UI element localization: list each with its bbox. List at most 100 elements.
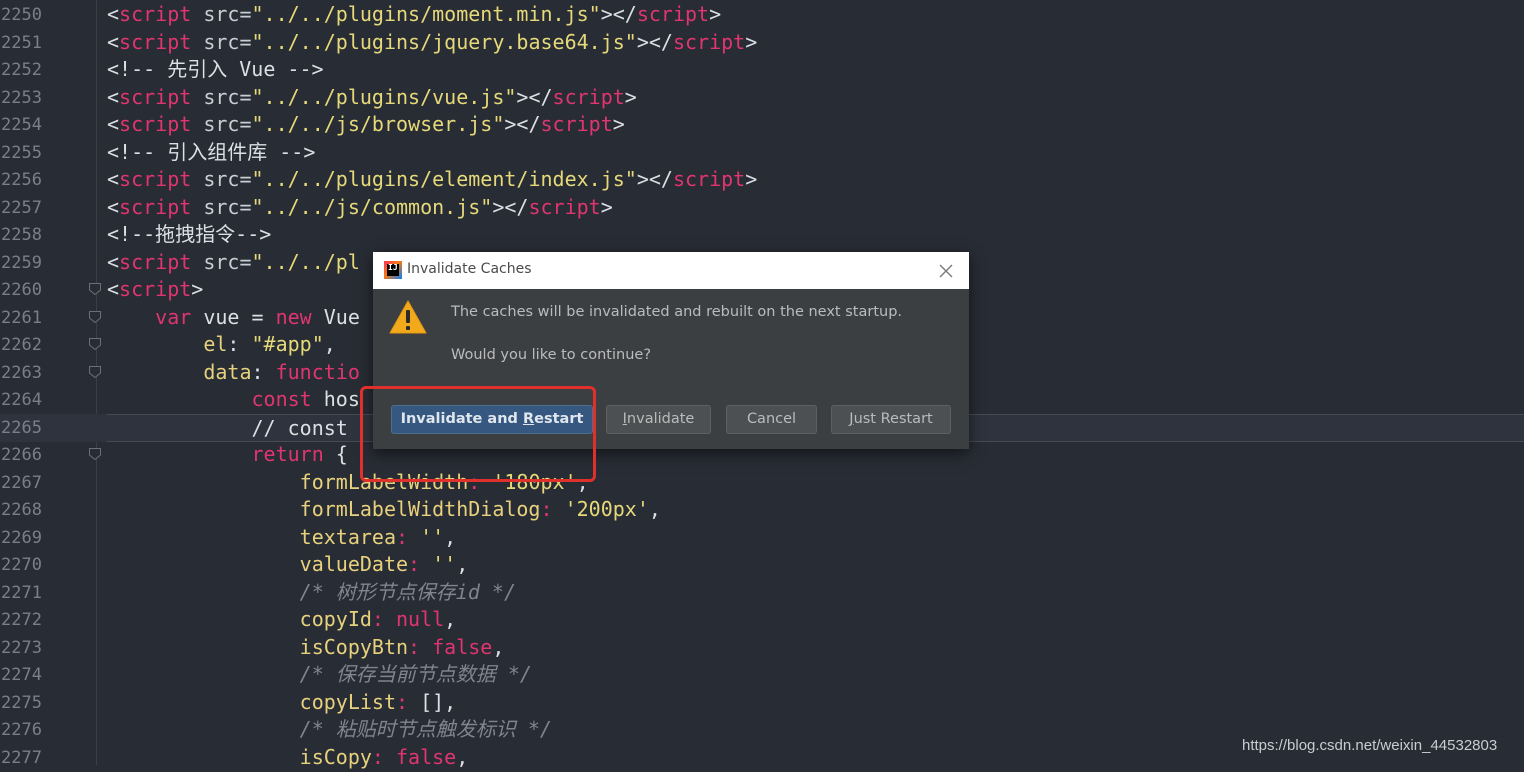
- code-token: "../../pl: [251, 249, 360, 274]
- code-token: script: [119, 29, 192, 54]
- code-line[interactable]: 2255 <!-- 引入组件库 -->: [0, 139, 1524, 167]
- code-token: <: [107, 277, 120, 301]
- code-token: <: [107, 29, 120, 54]
- just-restart-button[interactable]: Just Restart: [831, 405, 951, 434]
- code-token: '200px': [564, 497, 649, 521]
- close-icon: [939, 264, 953, 278]
- code-token: >: [709, 2, 722, 26]
- code-token: script: [552, 84, 625, 109]
- line-number: 2272: [1, 610, 42, 630]
- code-token: ></: [600, 2, 637, 26]
- code-line[interactable]: 2270 valueDate: '',: [0, 551, 1524, 579]
- code-token: ,: [444, 607, 457, 631]
- code-line[interactable]: 2253 <script src="../../plugins/vue.js"><…: [0, 84, 1524, 112]
- code-token: isCopyBtn: [299, 634, 409, 659]
- code-token: <: [107, 167, 120, 191]
- watermark: https://blog.csdn.net/weixin_44532803: [1242, 737, 1498, 754]
- code-line[interactable]: 2268 formLabelWidthDialog: '200px',: [0, 496, 1524, 524]
- cancel-button[interactable]: Cancel: [726, 405, 817, 434]
- code-token: textarea: [299, 524, 396, 549]
- code-token: {: [323, 442, 348, 466]
- code-token: >: [191, 277, 204, 301]
- code-token: formLabelWidthDialog: [299, 497, 541, 521]
- code-token: <: [107, 84, 120, 109]
- code-line[interactable]: 2271 /* 树形节点保存id */: [0, 579, 1524, 607]
- code-line[interactable]: 2256 <script src="../../plugins/element/i…: [0, 166, 1524, 194]
- code-line[interactable]: 2273 isCopyBtn: false,: [0, 634, 1524, 662]
- code-token: ,: [456, 552, 469, 576]
- code-token: :: [251, 359, 276, 384]
- code-line[interactable]: 2267 formLabelWidth: '180px',: [0, 469, 1524, 497]
- code-text: copyId: null,: [107, 606, 1524, 632]
- code-token: script: [119, 194, 192, 219]
- code-token: /* 树形节点保存id */: [299, 579, 516, 604]
- code-token: "../../plugins/jquery.base64.js": [251, 29, 637, 54]
- line-number: 2275: [1, 692, 42, 713]
- code-token: ></: [636, 29, 673, 54]
- code-token: >: [745, 167, 758, 191]
- code-line[interactable]: 2258 <!--拖拽指令-->: [0, 221, 1524, 249]
- code-text: /* 保存当前节点数据 */: [107, 661, 1524, 687]
- code-line[interactable]: 2257 <script src="../../js/common.js"></s…: [0, 194, 1524, 222]
- code-token: hos: [311, 387, 360, 411]
- line-number: 2254: [1, 115, 42, 135]
- code-line[interactable]: 2275 copyList: [],: [0, 689, 1524, 717]
- code-token: ,: [492, 634, 505, 659]
- code-token: script: [119, 112, 192, 136]
- invalidate-button[interactable]: Invalidate: [606, 405, 711, 434]
- line-number: 2264: [1, 390, 42, 410]
- dialog-question: Would you like to continue?: [451, 347, 652, 363]
- code-token: ,: [323, 332, 336, 356]
- code-token: :: [395, 689, 421, 714]
- code-line[interactable]: 2254 <script src="../../js/browser.js"></…: [0, 111, 1524, 139]
- code-token: null: [396, 607, 445, 631]
- code-token: script: [119, 84, 192, 109]
- fold-marker-icon[interactable]: [88, 365, 102, 379]
- code-line[interactable]: 2251 <script src="../../plugins/jquery.ba…: [0, 29, 1524, 57]
- code-line[interactable]: 2272 copyId: null,: [0, 606, 1524, 634]
- line-number: 2266: [1, 445, 42, 465]
- code-text: <script src="../../plugins/element/index…: [107, 166, 1524, 192]
- code-text: <script src="../../js/browser.js"></scri…: [107, 111, 1524, 137]
- line-number: 2257: [1, 197, 42, 218]
- code-line[interactable]: 2269 textarea: '',: [0, 524, 1524, 552]
- line-number: 2262: [1, 335, 42, 355]
- code-token: script: [540, 112, 613, 136]
- code-line[interactable]: 2250 <script src="../../plugins/moment.mi…: [0, 1, 1524, 29]
- close-button[interactable]: [935, 260, 957, 282]
- fold-marker-icon[interactable]: [88, 337, 102, 351]
- code-token: >: [624, 84, 637, 109]
- code-token: new: [275, 304, 312, 329]
- code-text: <!--拖拽指令-->: [107, 221, 1524, 247]
- code-line[interactable]: 2252 <!-- 先引入 Vue -->: [0, 56, 1524, 84]
- code-text: <script src="../../plugins/jquery.base64…: [107, 29, 1524, 55]
- code-token: ></: [636, 167, 673, 191]
- fold-marker-icon[interactable]: [88, 310, 102, 324]
- code-token: >: [745, 29, 758, 54]
- dialog-title: Invalidate Caches: [407, 261, 532, 277]
- code-token: script: [119, 277, 192, 301]
- dialog-titlebar[interactable]: IJ Invalidate Caches: [373, 252, 969, 289]
- code-token: script: [119, 167, 192, 191]
- code-text: <script src="../../plugins/vue.js"></scr…: [107, 84, 1524, 110]
- code-token: var: [155, 304, 192, 329]
- code-token: "../../plugins/moment.min.js": [251, 2, 601, 26]
- line-number: 2265: [1, 417, 42, 438]
- code-token: valueDate: [299, 552, 409, 576]
- dialog-message: The caches will be invalidated and rebui…: [451, 304, 903, 320]
- code-token: data: [203, 359, 252, 384]
- line-number: 2252: [1, 60, 42, 80]
- fold-marker-icon[interactable]: [88, 447, 102, 461]
- code-token: src=: [191, 29, 252, 54]
- fold-marker-icon[interactable]: [88, 282, 102, 296]
- line-number: 2259: [1, 252, 42, 273]
- code-line[interactable]: 2274 /* 保存当前节点数据 */: [0, 661, 1524, 689]
